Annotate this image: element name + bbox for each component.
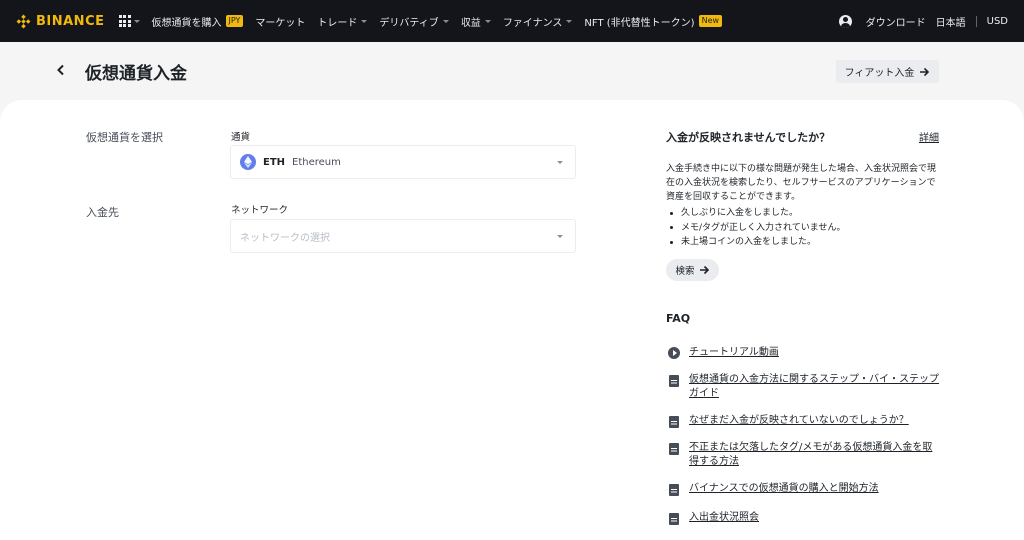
binance-logo[interactable]: BINANCE [16,14,105,29]
list-item: メモ/タグが正しく入力されていません。 [668,221,846,236]
search-button[interactable]: 検索 [666,259,719,281]
destination-step-label: 入金先 [86,206,119,219]
help-description: 入金手続き中に以下の様な問題が発生した場合、入金状況照会で現在の入金状況を検索し… [666,164,937,202]
faq-link[interactable]: 入出金状況照会 [689,511,941,525]
nav-divider [975,15,977,27]
faq-link[interactable]: なぜまだ入金が反映されていないのでしょうか？ [689,414,941,428]
grid-icon [118,15,131,27]
user-profile-icon[interactable] [838,14,852,28]
apps-menu-button[interactable] [118,15,140,27]
back-button[interactable] [56,62,70,80]
faq-link[interactable]: 仮想通貨の入金方法に関するステップ・バイ・ステップガイド [689,373,941,401]
document-icon [669,513,679,525]
chevron-down-icon [484,19,491,23]
currency-name: Ethereum [292,156,341,168]
faq-item-transaction-status[interactable]: 入出金状況照会 [668,511,941,525]
faq-item-tutorial-video[interactable]: チュートリアル動画 [668,346,941,360]
nav-item-label: トレード [317,17,358,29]
currency-field-label: 通貨 [231,132,251,143]
faq-item-deposit-guide[interactable]: 仮想通貨の入金方法に関するステップ・バイ・ステップガイド [668,373,941,401]
brand-name: BINANCE [36,13,105,29]
issue-list: 久しぶりに入金をしました。 メモ/タグが正しく入力されていません。 未上場コイン… [668,206,846,250]
currency-badge: JPY [225,15,244,27]
document-icon [669,375,679,387]
download-link[interactable]: ダウンロード [866,14,926,29]
faq-link[interactable]: 不正または欠落したタグ/メモがある仮想通貨入金を取得する方法 [689,441,941,469]
chevron-down-icon [442,19,449,23]
fiat-deposit-label: フィアット入金 [844,68,915,79]
nav-right-group: ダウンロード 日本語 USD [838,0,1008,42]
nav-item-derivatives[interactable]: デリバティブ [379,14,449,29]
nav-item-label: 収益 [460,17,481,29]
document-icon [669,416,679,428]
binance-logo-icon [16,14,31,28]
new-badge: New [698,15,723,27]
faq-link[interactable]: バイナンスでの仮想通貨の購入と開始方法 [689,482,941,496]
network-select[interactable]: ネットワークの選択 [230,219,576,253]
arrow-right-icon [699,265,709,275]
faq-title: FAQ [666,312,691,325]
faq-link[interactable]: チュートリアル動画 [689,346,941,360]
nav-item-buy-crypto[interactable]: 仮想通貨を購入 JPY [152,14,244,29]
chevron-down-icon [557,235,563,238]
chevron-left-icon [57,64,64,76]
currency-symbol: ETH [263,156,286,168]
chevron-down-icon [566,19,573,23]
list-item: 久しぶりに入金をしました。 [668,206,846,221]
faq-item-missing-tag-memo[interactable]: 不正または欠落したタグ/メモがある仮想通貨入金を取得する方法 [668,441,941,469]
nav-item-label: ファイナンス [502,17,563,29]
nav-item-label: デリバティブ [379,17,439,29]
document-icon [669,443,679,455]
currency-selector[interactable]: USD [987,16,1008,27]
nav-item-markets[interactable]: マーケット [255,14,305,29]
list-item: 未上場コインの入金をしました。 [668,235,846,250]
details-link[interactable]: 詳細 [919,129,939,144]
page-header: 仮想通貨入金 フィアット入金 [0,42,1024,102]
arrow-right-icon [920,67,930,76]
network-field-label: ネットワーク [231,205,289,216]
ethereum-icon [240,154,256,170]
nav-item-label: マーケット [255,17,306,29]
nav-item-nft[interactable]: NFT (非代替性トークン) New [584,14,723,29]
top-navigation: BINANCE 仮想通貨を購入 JPY マーケット トレード デリバティブ 収益… [0,0,1024,42]
nav-item-finance[interactable]: ファイナンス [503,14,573,29]
search-button-label: 検索 [675,266,695,277]
chevron-down-icon [361,19,368,23]
nav-item-earn[interactable]: 収益 [461,14,491,29]
nav-item-trade[interactable]: トレード [317,14,368,29]
currency-select[interactable]: ETH Ethereum [230,145,576,179]
faq-item-buy-and-start[interactable]: バイナンスでの仮想通貨の購入と開始方法 [668,482,941,496]
chevron-down-icon [557,161,563,164]
play-icon [668,347,680,359]
select-crypto-step-label: 仮想通貨を選択 [86,131,163,144]
chevron-down-icon [133,19,140,23]
nav-item-label: NFT (非代替性トークン) [584,17,695,29]
network-placeholder: ネットワークの選択 [240,232,330,244]
nav-item-label: 仮想通貨を購入 [151,17,222,29]
document-icon [669,484,679,496]
language-selector[interactable]: 日本語 [936,14,966,29]
deposit-not-arrived-title: 入金が反映されませんでしたか？ [666,131,831,144]
faq-item-deposit-not-credited[interactable]: なぜまだ入金が反映されていないのでしょうか？ [668,414,941,428]
fiat-deposit-button[interactable]: フィアット入金 [836,60,939,83]
page-title: 仮想通貨入金 [85,64,187,84]
